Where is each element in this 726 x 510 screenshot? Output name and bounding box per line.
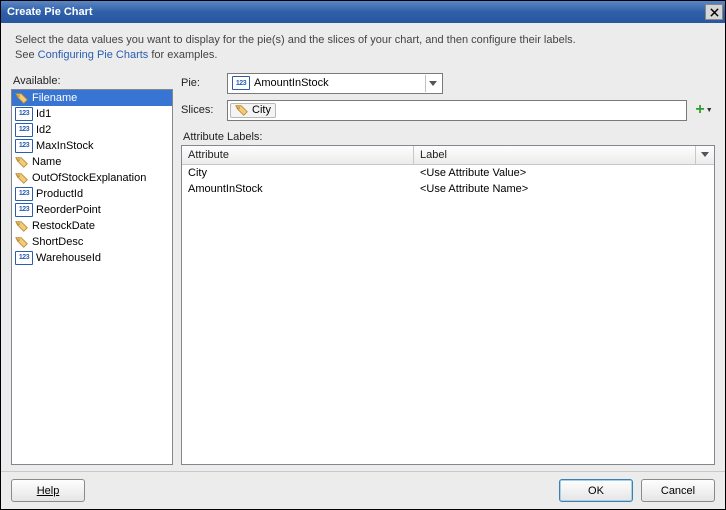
- attribute-labels-heading: Attribute Labels:: [183, 131, 715, 143]
- tag-icon: [235, 103, 249, 117]
- list-item-label: MaxInStock: [36, 140, 93, 152]
- list-item-label: ReorderPoint: [36, 204, 101, 216]
- number-icon: 123: [232, 76, 250, 90]
- number-icon: 123: [15, 203, 33, 217]
- table-header: Attribute Label: [182, 146, 714, 165]
- tag-icon: [15, 219, 29, 233]
- dialog-footer: Help OK Cancel: [1, 471, 725, 509]
- available-label: Available:: [13, 75, 173, 87]
- list-item[interactable]: 123ProductId: [12, 186, 172, 202]
- plus-icon: +: [695, 102, 704, 118]
- list-item-label: ShortDesc: [32, 236, 83, 248]
- ok-button[interactable]: OK: [559, 479, 633, 502]
- slices-input-box[interactable]: City: [227, 100, 687, 121]
- list-item[interactable]: 123MaxInStock: [12, 138, 172, 154]
- list-item[interactable]: Name: [12, 154, 172, 170]
- list-item-label: Id1: [36, 108, 51, 120]
- available-listbox[interactable]: Filename123Id1123Id2123MaxInStockNameOut…: [11, 89, 173, 465]
- tag-icon: [15, 91, 29, 105]
- chevron-down-icon: [425, 75, 440, 92]
- instruction-prefix: See: [15, 49, 38, 61]
- list-item[interactable]: 123WarehouseId: [12, 250, 172, 266]
- tag-icon: [15, 235, 29, 249]
- slices-chip-label: City: [252, 104, 271, 116]
- cell-attribute: AmountInStock: [182, 183, 414, 195]
- table-menu-button[interactable]: [696, 146, 714, 164]
- cell-label: <Use Attribute Name>: [414, 183, 714, 195]
- list-item[interactable]: 123Id2: [12, 122, 172, 138]
- list-item-label: OutOfStockExplanation: [32, 172, 146, 184]
- list-item-label: Filename: [32, 92, 77, 104]
- list-item-label: RestockDate: [32, 220, 95, 232]
- number-icon: 123: [15, 123, 33, 137]
- list-item[interactable]: 123Id1: [12, 106, 172, 122]
- list-item[interactable]: OutOfStockExplanation: [12, 170, 172, 186]
- instruction-line1: Select the data values you want to displ…: [15, 33, 711, 48]
- tag-icon: [15, 171, 29, 185]
- number-icon: 123: [15, 187, 33, 201]
- close-button[interactable]: [705, 4, 723, 20]
- title-bar: Create Pie Chart: [1, 1, 725, 23]
- slices-chip[interactable]: City: [230, 103, 276, 118]
- configuring-link[interactable]: Configuring Pie Charts: [38, 49, 149, 61]
- chevron-down-icon: ▼: [706, 107, 713, 114]
- list-item[interactable]: Filename: [12, 90, 172, 106]
- list-item-label: ProductId: [36, 188, 83, 200]
- number-icon: 123: [15, 251, 33, 265]
- list-item-label: Name: [32, 156, 61, 168]
- pie-value: AmountInStock: [254, 77, 329, 89]
- cell-attribute: City: [182, 167, 414, 179]
- attribute-labels-table: Attribute Label City<Use Attribute Value…: [181, 145, 715, 465]
- help-button[interactable]: Help: [11, 479, 85, 502]
- window-title: Create Pie Chart: [7, 6, 93, 18]
- list-item-label: WarehouseId: [36, 252, 101, 264]
- pie-label: Pie:: [181, 77, 221, 89]
- col-label[interactable]: Label: [414, 146, 696, 164]
- list-item[interactable]: ShortDesc: [12, 234, 172, 250]
- list-item[interactable]: RestockDate: [12, 218, 172, 234]
- cancel-button[interactable]: Cancel: [641, 479, 715, 502]
- list-item-label: Id2: [36, 124, 51, 136]
- number-icon: 123: [15, 139, 33, 153]
- instruction-suffix: for examples.: [148, 49, 217, 61]
- add-slice-button[interactable]: +▼: [693, 100, 715, 121]
- list-item[interactable]: 123ReorderPoint: [12, 202, 172, 218]
- slices-label: Slices:: [181, 104, 221, 116]
- table-row[interactable]: City<Use Attribute Value>: [182, 165, 714, 181]
- pie-combo[interactable]: 123 AmountInStock: [227, 73, 443, 94]
- number-icon: 123: [15, 107, 33, 121]
- slices-text-input[interactable]: [279, 102, 684, 119]
- instruction-text: Select the data values you want to displ…: [1, 23, 725, 69]
- cell-label: <Use Attribute Value>: [414, 167, 714, 179]
- tag-icon: [15, 155, 29, 169]
- col-attribute[interactable]: Attribute: [182, 146, 414, 164]
- table-row[interactable]: AmountInStock<Use Attribute Name>: [182, 181, 714, 197]
